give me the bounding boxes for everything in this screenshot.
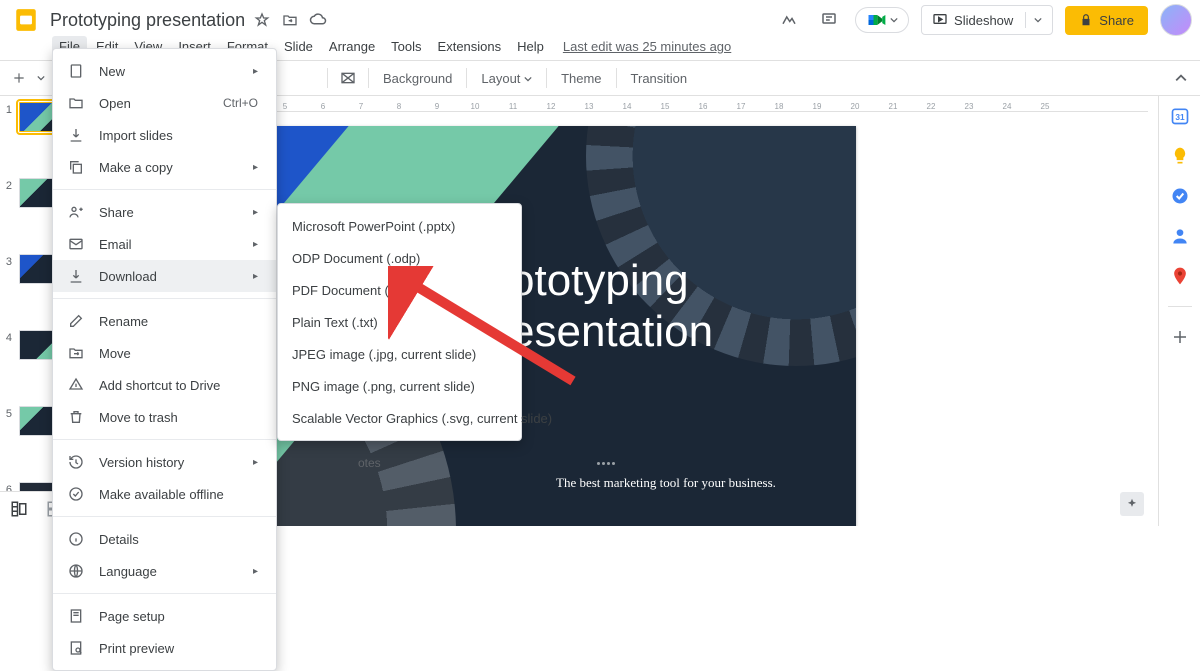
document-icon (67, 62, 85, 80)
menu-download[interactable]: Download▸ (53, 260, 276, 292)
slides-logo[interactable] (8, 2, 44, 38)
thumb-number: 3 (0, 254, 14, 296)
speaker-notes-label[interactable]: otes (358, 456, 381, 470)
side-panel: 31 (1158, 96, 1200, 526)
move-folder-icon[interactable] (281, 11, 299, 29)
copy-icon (67, 158, 85, 176)
cloud-status-icon[interactable] (309, 11, 327, 29)
drive-shortcut-icon (67, 376, 85, 394)
tasks-icon[interactable] (1170, 186, 1190, 206)
download-svg[interactable]: Scalable Vector Graphics (.svg, current … (278, 402, 521, 434)
chevron-right-icon: ▸ (253, 566, 258, 577)
menu-language[interactable]: Language▸ (53, 555, 276, 587)
history-icon (67, 453, 85, 471)
meet-button[interactable] (855, 7, 909, 33)
comments-icon[interactable] (815, 6, 843, 34)
menu-make-copy[interactable]: Make a copy▸ (53, 151, 276, 183)
menu-add-shortcut[interactable]: Add shortcut to Drive (53, 369, 276, 401)
slide-subtitle[interactable]: The best marketing tool for your busines… (556, 475, 776, 491)
notes-drag-handle[interactable] (597, 462, 627, 466)
keep-icon[interactable] (1170, 146, 1190, 166)
menu-page-setup[interactable]: Page setup (53, 600, 276, 632)
download-png[interactable]: PNG image (.png, current slide) (278, 370, 521, 402)
chevron-right-icon: ▸ (253, 162, 258, 173)
chevron-right-icon: ▸ (253, 457, 258, 468)
trash-icon (67, 408, 85, 426)
download-jpg[interactable]: JPEG image (.jpg, current slide) (278, 338, 521, 370)
menu-arrange[interactable]: Arrange (322, 36, 382, 57)
chevron-right-icon: ▸ (253, 239, 258, 250)
thumbnail-numbers: 1 2 3 4 5 6 (0, 96, 14, 526)
download-icon (67, 267, 85, 285)
menu-offline[interactable]: Make available offline (53, 478, 276, 510)
offline-icon (67, 485, 85, 503)
menu-share[interactable]: Share▸ (53, 196, 276, 228)
download-pptx[interactable]: Microsoft PowerPoint (.pptx) (278, 210, 521, 242)
download-submenu: Microsoft PowerPoint (.pptx) ODP Documen… (277, 203, 522, 441)
menu-help[interactable]: Help (510, 36, 551, 57)
calendar-icon[interactable]: 31 (1170, 106, 1190, 126)
menu-trash[interactable]: Move to trash (53, 401, 276, 433)
add-addon-icon[interactable] (1170, 327, 1190, 347)
share-label: Share (1099, 13, 1134, 28)
folder-icon (67, 94, 85, 112)
menu-import-slides[interactable]: Import slides (53, 119, 276, 151)
chevron-right-icon: ▸ (253, 207, 258, 218)
menu-slide[interactable]: Slide (277, 36, 320, 57)
menu-tools[interactable]: Tools (384, 36, 428, 57)
chevron-down-icon (890, 16, 898, 24)
tool-theme[interactable]: Theme (553, 71, 609, 86)
slideshow-label: Slideshow (954, 13, 1013, 28)
maps-icon[interactable] (1170, 266, 1190, 286)
activity-icon[interactable] (775, 6, 803, 34)
menu-print-preview[interactable]: Print preview (53, 632, 276, 664)
menu-rename[interactable]: Rename (53, 305, 276, 337)
import-icon (67, 126, 85, 144)
thumb-number: 2 (0, 178, 14, 220)
download-txt[interactable]: Plain Text (.txt) (278, 306, 521, 338)
info-icon (67, 530, 85, 548)
collapse-toolbar-button[interactable] (1168, 65, 1194, 91)
contacts-icon[interactable] (1170, 226, 1190, 246)
thumb-number: 5 (0, 406, 14, 448)
slideshow-button[interactable]: Slideshow (921, 5, 1053, 35)
globe-icon (67, 562, 85, 580)
chevron-right-icon: ▸ (253, 271, 258, 282)
print-preview-icon (67, 639, 85, 657)
thumb-number: 1 (0, 102, 14, 144)
fit-zoom-button[interactable] (334, 65, 362, 91)
email-icon (67, 235, 85, 253)
last-edit-link[interactable]: Last edit was 25 minutes ago (563, 39, 731, 54)
thumb-number: 4 (0, 330, 14, 372)
doc-title[interactable]: Prototyping presentation (50, 10, 245, 31)
tool-transition[interactable]: Transition (623, 71, 696, 86)
chevron-right-icon: ▸ (253, 66, 258, 77)
menu-new[interactable]: New▸ (53, 55, 276, 87)
star-icon[interactable] (253, 11, 271, 29)
menu-email[interactable]: Email▸ (53, 228, 276, 260)
menu-details[interactable]: Details (53, 523, 276, 555)
lock-icon (1079, 13, 1093, 27)
new-slide-button[interactable] (6, 65, 32, 91)
svg-text:31: 31 (1175, 112, 1185, 122)
file-menu-dropdown: New▸ OpenCtrl+O Import slides Make a cop… (52, 48, 277, 671)
tool-layout[interactable]: Layout (473, 71, 540, 86)
share-button[interactable]: Share (1065, 6, 1148, 35)
filmstrip-view-icon[interactable] (6, 496, 32, 522)
menu-version-history[interactable]: Version history▸ (53, 446, 276, 478)
move-icon (67, 344, 85, 362)
menu-open[interactable]: OpenCtrl+O (53, 87, 276, 119)
tool-background[interactable]: Background (375, 71, 460, 86)
menu-move[interactable]: Move (53, 337, 276, 369)
account-avatar[interactable] (1160, 4, 1192, 36)
download-odp[interactable]: ODP Document (.odp) (278, 242, 521, 274)
new-slide-dropdown[interactable] (34, 65, 48, 91)
rename-icon (67, 312, 85, 330)
page-setup-icon (67, 607, 85, 625)
menu-extensions[interactable]: Extensions (431, 36, 509, 57)
explore-button[interactable] (1120, 492, 1144, 516)
chevron-down-icon (1034, 16, 1042, 24)
download-pdf[interactable]: PDF Document (.pdf) (278, 274, 521, 306)
share-icon (67, 203, 85, 221)
